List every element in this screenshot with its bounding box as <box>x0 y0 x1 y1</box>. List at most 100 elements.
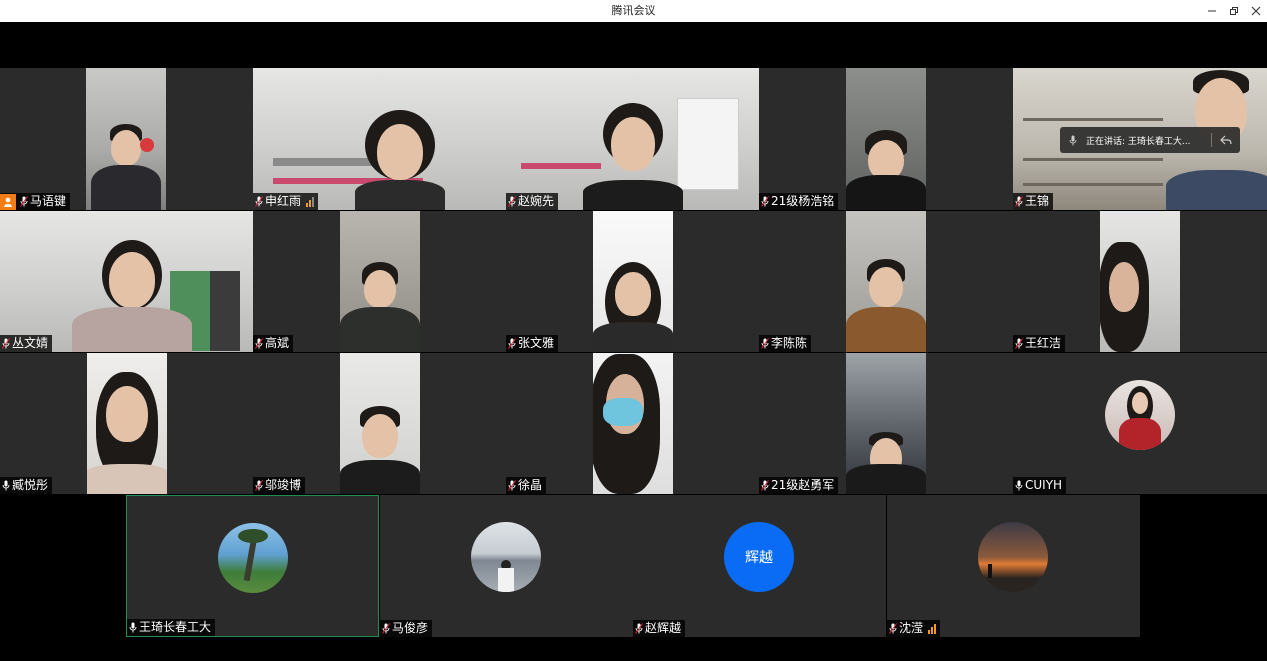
video-feed <box>340 353 420 494</box>
mic-muted-icon <box>889 623 897 634</box>
participant-nameplate: 申红雨 <box>253 193 319 210</box>
video-tile[interactable]: 赵婉先 <box>506 68 759 210</box>
participant-nameplate: 李陈陈 <box>759 335 812 352</box>
video-tile[interactable]: 张文雅 <box>506 211 759 352</box>
participant-name: 高斌 <box>265 336 290 350</box>
avatar <box>1105 380 1175 450</box>
avatar <box>471 522 541 592</box>
video-feed <box>340 211 420 352</box>
avatar <box>978 522 1048 592</box>
participant-nameplate: 沈滢 <box>887 620 941 637</box>
mic-muted-icon <box>382 623 390 634</box>
participant-nameplate: 丛文婧 <box>0 335 53 352</box>
avatar: 辉越 <box>724 522 794 592</box>
signal-icon <box>928 623 937 634</box>
participant-nameplate: 21级赵勇军 <box>759 477 839 494</box>
title-bar: 腾讯会议 <box>0 0 1267 22</box>
participant-name: 21级赵勇军 <box>771 478 835 492</box>
video-tile[interactable]: 高斌 <box>253 211 506 352</box>
participant-name: 王红洁 <box>1025 336 1062 350</box>
participant-name: 邬竣博 <box>265 478 302 492</box>
reply-icon[interactable] <box>1218 135 1234 145</box>
participant-nameplate: 徐晶 <box>506 477 547 494</box>
participant-nameplate: 马俊彦 <box>380 620 433 637</box>
audio-tile[interactable]: 辉越 赵辉越 <box>633 495 886 637</box>
video-feed <box>846 353 926 494</box>
video-feed <box>506 68 759 210</box>
mic-muted-icon <box>508 338 516 349</box>
mic-muted-icon <box>2 338 10 349</box>
participant-nameplate: 高斌 <box>253 335 294 352</box>
participant-name: 赵婉先 <box>518 194 555 208</box>
video-tile[interactable]: 李陈陈 <box>759 211 1013 352</box>
speaking-notification: 正在讲话: 王琦长春工大... <box>1060 127 1240 153</box>
audio-tile[interactable]: CUIYH <box>1013 353 1267 494</box>
participant-name: 马俊彦 <box>392 621 429 635</box>
participant-name: 臧悦彤 <box>12 478 49 492</box>
participant-nameplate: 21级杨浩铭 <box>759 193 839 210</box>
video-feed <box>846 211 926 352</box>
participant-name: 张文雅 <box>518 336 555 350</box>
avatar <box>218 523 288 593</box>
mic-muted-icon <box>1015 338 1023 349</box>
video-feed <box>1100 211 1180 352</box>
video-feed <box>846 68 926 210</box>
video-tile[interactable]: 马语键 <box>0 68 253 210</box>
video-feed <box>86 68 166 210</box>
signal-icon <box>306 196 315 207</box>
participant-name: 徐晶 <box>518 478 543 492</box>
participant-nameplate: 王红洁 <box>1013 335 1066 352</box>
video-tile[interactable]: 臧悦彤 <box>0 353 253 494</box>
video-tile[interactable]: 徐晶 <box>506 353 759 494</box>
participant-nameplate: CUIYH <box>1013 477 1067 494</box>
video-tile[interactable]: 丛文婧 <box>0 211 253 352</box>
video-feed <box>593 211 673 352</box>
participant-name: 王琦长春工大 <box>139 620 212 634</box>
participant-name: 丛文婧 <box>12 336 49 350</box>
restore-icon[interactable] <box>1223 0 1245 22</box>
speaking-text: 正在讲话: 王琦长春工大... <box>1086 136 1191 147</box>
video-feed <box>87 353 167 494</box>
audio-tile[interactable]: 马俊彦 <box>380 495 633 637</box>
participant-name: 马语键 <box>30 194 67 208</box>
minimize-icon[interactable] <box>1201 0 1223 22</box>
participant-name: 申红雨 <box>265 194 302 208</box>
video-tile[interactable]: 申红雨 <box>253 68 506 210</box>
mic-muted-icon <box>508 196 516 207</box>
mic-muted-icon <box>761 196 769 207</box>
mic-icon <box>1060 135 1086 146</box>
participant-name: 沈滢 <box>899 621 924 635</box>
mic-muted-icon <box>635 623 643 634</box>
participant-nameplate: 臧悦彤 <box>0 477 53 494</box>
participant-nameplate: 马语键 <box>0 193 71 210</box>
avatar-initials: 辉越 <box>745 550 773 566</box>
mic-muted-icon <box>255 196 263 207</box>
mic-muted-icon <box>508 480 516 491</box>
participant-nameplate: 赵辉越 <box>633 620 686 637</box>
close-icon[interactable] <box>1245 0 1267 22</box>
video-tile[interactable]: 21级杨浩铭 <box>759 68 1013 210</box>
audio-tile-speaking[interactable]: 王琦长春工大 <box>126 495 379 637</box>
mic-muted-icon <box>255 480 263 491</box>
participant-nameplate: 邬竣博 <box>253 477 306 494</box>
video-tile[interactable]: 21级赵勇军 <box>759 353 1013 494</box>
mic-icon <box>129 622 137 633</box>
mic-muted-icon <box>1015 196 1023 207</box>
participant-name: 王锦 <box>1025 194 1050 208</box>
video-tile[interactable]: 王红洁 <box>1013 211 1267 352</box>
video-feed <box>593 353 673 494</box>
video-tile[interactable]: 邬竣博 <box>253 353 506 494</box>
participant-nameplate: 王琦长春工大 <box>127 619 216 636</box>
participant-nameplate: 王锦 <box>1013 193 1054 210</box>
video-feed <box>253 68 506 210</box>
participant-name: CUIYH <box>1025 478 1063 492</box>
mic-muted-icon <box>761 480 769 491</box>
window-title: 腾讯会议 <box>611 4 656 17</box>
participant-name: 21级杨浩铭 <box>771 194 835 208</box>
participant-name: 赵辉越 <box>645 621 682 635</box>
mic-icon <box>2 480 10 491</box>
host-icon <box>0 193 16 210</box>
mic-icon <box>1015 480 1023 491</box>
audio-tile[interactable]: 沈滢 <box>887 495 1140 637</box>
mic-muted-icon <box>20 196 28 207</box>
